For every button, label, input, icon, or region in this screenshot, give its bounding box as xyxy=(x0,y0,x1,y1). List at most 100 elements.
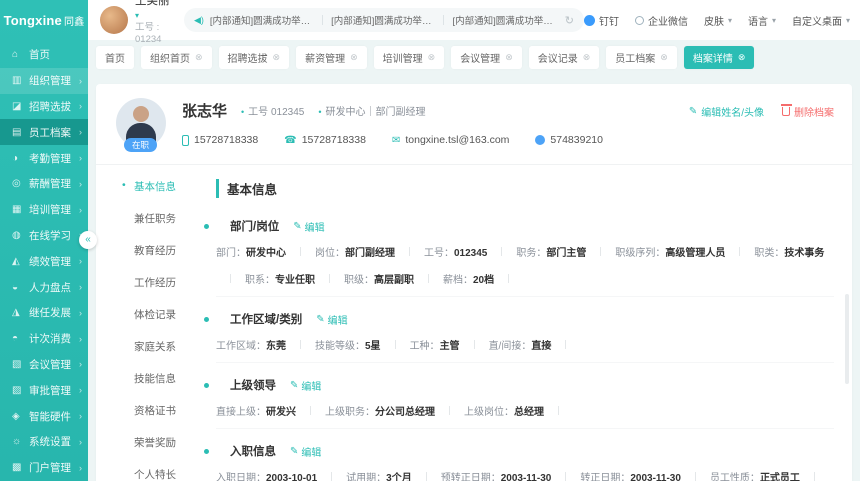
subnav-item-工作经历[interactable]: 工作经历 xyxy=(122,275,202,290)
field-工种: 工种：主管 xyxy=(410,337,460,352)
section-header: 上级领导✎编辑 xyxy=(216,377,834,393)
chevron-right-icon: › xyxy=(79,153,82,163)
sidebar-item-审批管理[interactable]: ▨审批管理› xyxy=(0,377,88,403)
close-icon[interactable]: ⊗ xyxy=(738,52,746,63)
sidebar-item-label: 继任发展 xyxy=(29,305,79,320)
sidebar-item-考勤管理[interactable]: ◑ 考勤管理› xyxy=(0,145,88,171)
tab-会议记录[interactable]: 会议记录⊗ xyxy=(529,46,600,69)
tab-组织首页[interactable]: 组织首页⊗ xyxy=(141,46,212,69)
edit-section-button[interactable]: ✎编辑 xyxy=(293,219,324,234)
sidebar-item-门户管理[interactable]: ▩门户管理› xyxy=(0,455,88,481)
subnav-item-家庭关系[interactable]: 家庭关系 xyxy=(122,339,202,354)
sidebar-item-继任发展[interactable]: ◮继任发展› xyxy=(0,300,88,326)
app-logo[interactable]: Tongxine 同鑫 xyxy=(0,0,88,40)
close-icon[interactable]: ⊗ xyxy=(583,52,591,63)
field-label: 岗位： xyxy=(315,248,345,259)
close-icon[interactable]: ⊗ xyxy=(505,52,513,63)
topbar-link-企业微信[interactable]: 企业微信 xyxy=(635,13,688,28)
qq-icon xyxy=(535,135,545,145)
field-试用期: 试用期：3个月 xyxy=(346,469,412,481)
topbar-links: 钉钉 企业微信 皮肤▾ 语言▾ 自定义桌面 ▾ xyxy=(584,13,850,28)
profile-actions: ✎ 编辑姓名/头像 删除档案 xyxy=(689,104,834,119)
sidebar-item-人力盘点[interactable]: ◒人力盘点› xyxy=(0,274,88,300)
topbar-link-label: 自定义桌面 xyxy=(792,13,842,28)
edit-label: 编辑 xyxy=(328,312,348,327)
close-icon[interactable]: ⊗ xyxy=(428,52,436,63)
sidebar-item-label: 人力盘点 xyxy=(29,280,79,295)
section-title: 部门/岗位 xyxy=(230,218,279,234)
tab-薪资管理[interactable]: 薪资管理⊗ xyxy=(296,46,367,69)
subnav-item-技能信息[interactable]: 技能信息 xyxy=(122,371,202,386)
chevron-right-icon: › xyxy=(79,437,82,447)
edit-section-button[interactable]: ✎编辑 xyxy=(290,444,321,459)
divider xyxy=(322,15,323,25)
subnav-item-体检记录[interactable]: 体检记录 xyxy=(122,307,202,322)
topbar-link-语言[interactable]: 语言▾ xyxy=(748,13,776,28)
topbar-link-钉钉[interactable]: 钉钉 xyxy=(584,13,619,28)
edit-name-avatar-button[interactable]: ✎ 编辑姓名/头像 xyxy=(689,104,764,119)
field-label: 工号： xyxy=(424,248,454,259)
sidebar-item-会议管理[interactable]: ▧会议管理› xyxy=(0,352,88,378)
sidebar-item-培训管理[interactable]: ▦培训管理› xyxy=(0,197,88,223)
chevron-down-icon: ▾ xyxy=(846,16,850,25)
wecom-icon xyxy=(635,16,644,25)
topbar-link-自定义桌面[interactable]: 自定义桌面 ▾ xyxy=(792,13,850,28)
tab-首页[interactable]: 首页 xyxy=(96,46,134,69)
subnav-item-荣誉奖励[interactable]: 荣誉奖励 xyxy=(122,435,202,450)
edit-section-button[interactable]: ✎编辑 xyxy=(316,312,347,327)
dot-icon xyxy=(204,317,209,322)
subnav-item-基本信息[interactable]: 基本信息 xyxy=(122,179,202,194)
sidebar-item-label: 首页 xyxy=(29,47,82,62)
sidebar-item-智能硬件[interactable]: ◈智能硬件› xyxy=(0,403,88,429)
tab-会议管理[interactable]: 会议管理⊗ xyxy=(451,46,522,69)
close-icon[interactable]: ⊗ xyxy=(273,52,281,63)
close-icon[interactable]: ⊗ xyxy=(350,52,358,63)
notice-item[interactable]: [内部通知]圆满成功举办省人协会员... xyxy=(210,13,314,27)
chevron-right-icon: › xyxy=(79,179,82,189)
app-root: Tongxine 同鑫 ⌂首页▥组织管理›◪招聘选拔›▤员工档案›◑考勤管理›◎… xyxy=(0,0,860,481)
sidebar-item-label: 绩效管理 xyxy=(29,254,79,269)
edit-section-button[interactable]: ✎编辑 xyxy=(290,378,321,393)
topbar-link-皮肤[interactable]: 皮肤▾ xyxy=(704,13,732,28)
sidebar-item-薪酬管理[interactable]: ◎薪酬管理› xyxy=(0,171,88,197)
section-header: 部门/岗位 ✎编辑 xyxy=(216,218,834,234)
sidebar-item-label: 智能硬件 xyxy=(29,409,79,424)
notice-item[interactable]: [内部通知]圆满成功举办省人协会员... xyxy=(331,13,435,27)
delete-archive-button[interactable]: 删除档案 xyxy=(782,104,834,119)
tab-档案详情[interactable]: 档案详情⊗ xyxy=(684,46,755,69)
chevron-right-icon: › xyxy=(79,282,82,292)
field-薪档: 薪档：20档 xyxy=(443,271,494,286)
field-label: 转正日期： xyxy=(580,473,630,481)
close-icon[interactable]: ⊗ xyxy=(195,52,203,63)
attendance-icon: ◑ xyxy=(12,153,25,164)
subnav-item-兼任职务[interactable]: 兼任职务 xyxy=(122,211,202,226)
subnav-item-资格证书[interactable]: 资格证书 xyxy=(122,403,202,418)
sidebar-item-组织管理[interactable]: ▥组织管理› xyxy=(0,68,88,94)
sidebar-item-绩效管理[interactable]: ◭绩效管理› xyxy=(0,248,88,274)
notice-item[interactable]: [内部通知]圆满成功举办省人协会员... xyxy=(452,13,556,27)
refresh-icon[interactable]: ↻ xyxy=(565,14,574,27)
chevron-right-icon: › xyxy=(79,334,82,344)
section-title: 入职信息 xyxy=(230,443,276,459)
chevron-right-icon: › xyxy=(79,127,82,137)
sidebar-collapse-button[interactable]: « xyxy=(79,231,97,249)
sidebar-item-label: 考勤管理 xyxy=(29,151,79,166)
current-user-menu[interactable]: 王美丽 ▾ 工号 : 01234 xyxy=(100,0,170,45)
tab-招聘选拔[interactable]: 招聘选拔⊗ xyxy=(219,46,290,69)
sidebar-item-首页[interactable]: ⌂首页 xyxy=(0,42,88,68)
sidebar-item-员工档案[interactable]: ▤员工档案› xyxy=(0,119,88,145)
sidebar-item-在线学习[interactable]: ◍在线学习› xyxy=(0,223,88,249)
sidebar-item-系统设置[interactable]: ☼系统设置› xyxy=(0,429,88,455)
scrollbar-thumb[interactable] xyxy=(845,294,849,384)
close-icon[interactable]: ⊗ xyxy=(660,52,668,63)
topbar-link-label: 语言 xyxy=(748,13,768,28)
sidebar-item-label: 在线学习 xyxy=(29,228,79,243)
field-value: 2003-10-01 xyxy=(266,473,317,481)
sidebar-item-计次消费[interactable]: ◓计次消费› xyxy=(0,326,88,352)
tab-员工档案[interactable]: 员工档案⊗ xyxy=(606,46,677,69)
employee-avatar[interactable]: 在职 xyxy=(116,98,166,148)
subnav-item-教育经历[interactable]: 教育经历 xyxy=(122,243,202,258)
tab-培训管理[interactable]: 培训管理⊗ xyxy=(374,46,445,69)
subnav-item-个人特长[interactable]: 个人特长 xyxy=(122,467,202,481)
sidebar-item-招聘选拔[interactable]: ◪招聘选拔› xyxy=(0,94,88,120)
